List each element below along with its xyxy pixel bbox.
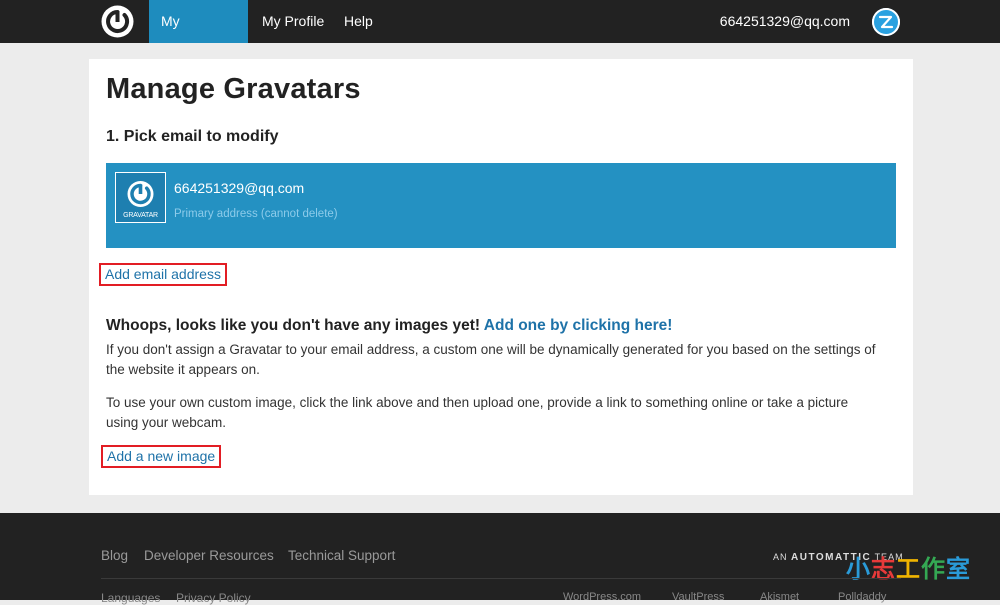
footer-link-languages[interactable]: Languages (101, 591, 160, 605)
tab-help[interactable]: Help (332, 0, 385, 43)
primary-address-note: Primary address (cannot delete) (174, 208, 338, 220)
partner-akismet[interactable]: Akismet (760, 591, 799, 603)
avatar-caption: GRAVATAR (123, 212, 158, 219)
page-title: Manage Gravatars (106, 73, 361, 105)
partner-wordpress[interactable]: WordPress.com (563, 591, 641, 603)
email-address: 664251329@qq.com (174, 180, 305, 196)
top-navigation-bar: My Gravatars My Profile Help 664251329@q… (0, 0, 1000, 72)
no-images-heading: Whoops, looks like you don't have any im… (106, 317, 672, 335)
footer-link-developer-resources[interactable]: Developer Resources (144, 548, 274, 563)
no-images-text: Whoops, looks like you don't have any im… (106, 317, 481, 334)
custom-image-instructions: To use your own custom image, click the … (106, 395, 849, 430)
default-avatar-explanation: If you don't assign a Gravatar to your e… (106, 342, 876, 377)
footer-link-technical-support[interactable]: Technical Support (288, 548, 395, 563)
watermark-char: 室 (946, 555, 971, 583)
email-avatar: GRAVATAR (115, 172, 166, 223)
partner-polldaddy[interactable]: Polldaddy (838, 591, 886, 603)
tab-my-profile[interactable]: My Profile (250, 0, 336, 43)
automattic-prefix: AN (773, 552, 788, 562)
user-avatar-icon[interactable] (872, 8, 900, 36)
add-email-address-link[interactable]: Add email address (99, 263, 227, 286)
email-row-selected[interactable]: GRAVATAR 664251329@qq.com Primary addres… (106, 163, 896, 248)
gravatar-logo-icon[interactable] (101, 5, 134, 38)
footer-link-privacy-policy[interactable]: Privacy Policy (176, 591, 251, 605)
add-image-here-link[interactable]: Add one by clicking here! (484, 317, 673, 334)
partner-vaultpress[interactable]: VaultPress (672, 591, 724, 603)
footer-divider (101, 578, 901, 579)
step-pick-email-title: 1. Pick email to modify (106, 128, 279, 145)
manage-gravatars-card: Manage Gravatars 1. Pick email to modify… (89, 59, 913, 495)
footer-link-blog[interactable]: Blog (101, 548, 128, 563)
watermark-char: 作 (921, 555, 946, 583)
footer: Blog Developer Resources Technical Suppo… (0, 513, 1000, 605)
add-new-image-link[interactable]: Add a new image (101, 445, 222, 468)
user-email[interactable]: 664251329@qq.com (720, 0, 850, 43)
tab-my-gravatars[interactable]: My Gravatars (149, 0, 248, 72)
